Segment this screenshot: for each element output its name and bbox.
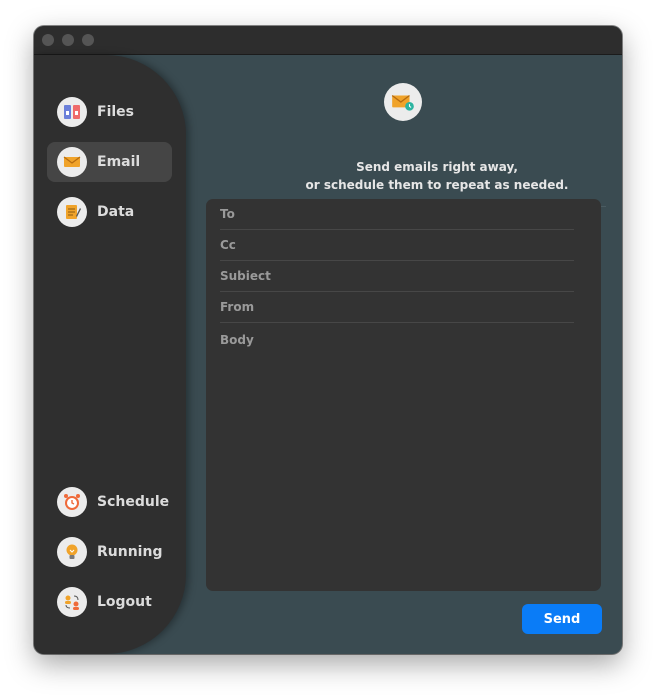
alarm-clock-icon — [57, 487, 87, 517]
title-bar — [34, 26, 622, 55]
sidebar-item-logout[interactable]: Logout — [47, 582, 172, 622]
from-field — [220, 292, 574, 323]
app-window: Files Email Data Schedule Running Logout… — [34, 26, 622, 654]
to-input[interactable] — [220, 199, 574, 229]
sidebar-item-files[interactable]: Files — [47, 92, 172, 132]
minimize-window-button[interactable] — [62, 34, 74, 46]
subject-field — [220, 261, 574, 292]
headline-line-1: Send emails right away, — [356, 160, 518, 174]
sidebar-item-label: Files — [97, 104, 134, 120]
from-input[interactable] — [220, 292, 574, 322]
headline-line-2: or schedule them to repeat as needed. — [305, 178, 569, 192]
close-window-button[interactable] — [42, 34, 54, 46]
email-form — [206, 199, 601, 591]
sidebar: Files Email Data Schedule Running Logout — [34, 55, 186, 654]
sidebar-item-running[interactable]: Running — [47, 532, 172, 572]
sidebar-item-label: Logout — [97, 594, 152, 610]
to-field — [220, 199, 574, 230]
notepad-icon — [57, 197, 87, 227]
sidebar-item-label: Running — [97, 544, 163, 560]
envelope-clock-icon — [384, 83, 422, 121]
sidebar-item-label: Schedule — [97, 494, 170, 510]
sidebar-item-label: Email — [97, 154, 141, 170]
cc-field — [220, 230, 574, 261]
sidebar-item-email[interactable]: Email — [47, 142, 172, 182]
cc-input[interactable] — [220, 230, 574, 260]
send-button[interactable]: Send — [522, 604, 602, 634]
subject-input[interactable] — [220, 261, 574, 291]
envelope-icon — [57, 147, 87, 177]
sidebar-item-schedule[interactable]: Schedule — [47, 482, 172, 522]
page-headline: Send emails right away, or schedule them… — [240, 158, 622, 194]
lightbulb-icon — [57, 537, 87, 567]
body-textarea[interactable] — [220, 333, 580, 583]
sidebar-item-data[interactable]: Data — [47, 192, 172, 232]
zoom-window-button[interactable] — [82, 34, 94, 46]
folders-icon — [57, 97, 87, 127]
sidebar-item-label: Data — [97, 204, 135, 220]
switch-user-icon — [57, 587, 87, 617]
